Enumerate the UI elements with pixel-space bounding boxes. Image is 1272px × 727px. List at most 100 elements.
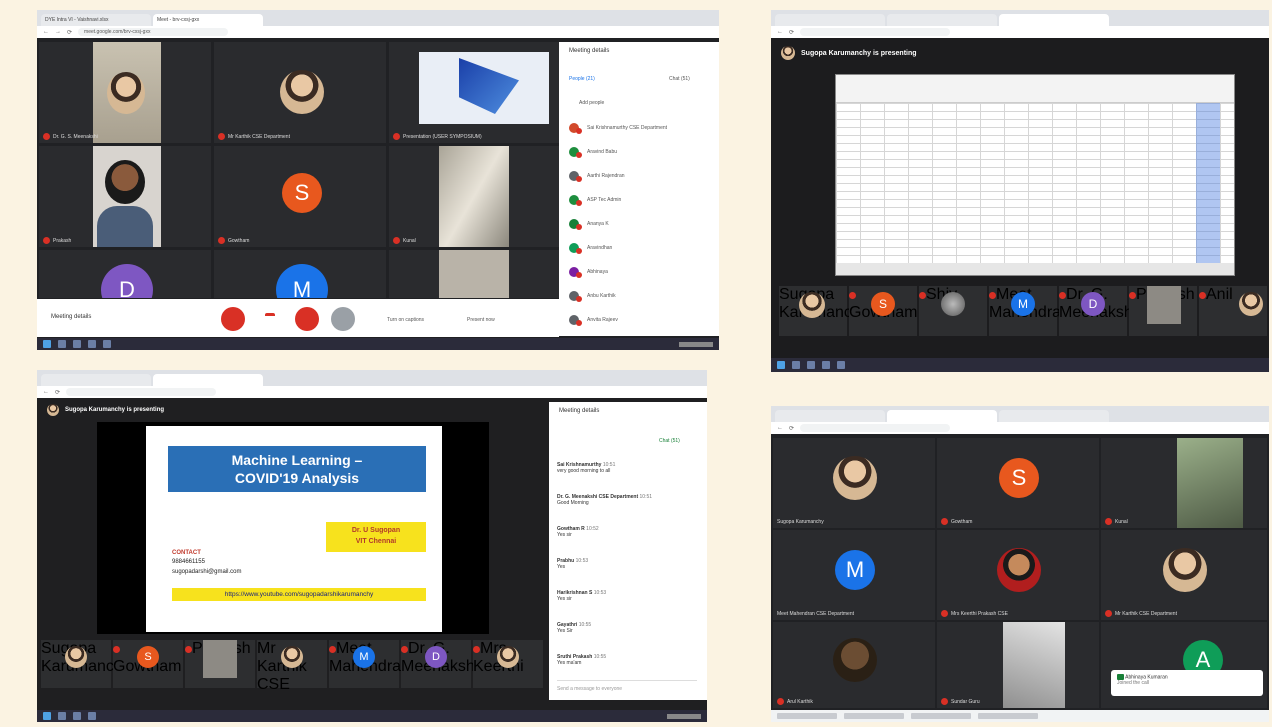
mic-off-icon — [113, 646, 120, 653]
participant-tile: Mr Karthik CSE Department — [214, 42, 386, 143]
taskbar-app-icon[interactable] — [822, 361, 830, 369]
taskbar-app-icon[interactable] — [58, 712, 66, 720]
camera-toggle-button[interactable] — [295, 307, 319, 331]
participant-row[interactable]: Ananya K — [569, 218, 609, 230]
back-icon[interactable]: ← — [43, 29, 49, 35]
browser-tab[interactable] — [775, 14, 885, 26]
browser-tab[interactable] — [887, 14, 997, 26]
add-people-button[interactable]: Add people — [579, 100, 604, 106]
taskbar-app-icon[interactable] — [73, 712, 81, 720]
address-bar: ← → ⟳ meet.google.com/brv-cxsj-gxx — [37, 26, 719, 38]
download-item[interactable] — [978, 713, 1038, 719]
taskbar-app-icon[interactable] — [73, 340, 81, 348]
captions-button[interactable]: Turn on captions — [387, 317, 424, 323]
windows-taskbar — [37, 338, 719, 350]
taskbar-app-icon[interactable] — [792, 361, 800, 369]
browser-tab[interactable] — [887, 410, 997, 422]
taskbar-app-icon[interactable] — [58, 340, 66, 348]
present-now-button[interactable]: Present now — [467, 317, 495, 323]
chat-text: Yes Sir — [557, 628, 573, 634]
chat-time: 10:53 — [593, 590, 607, 596]
browser-tab[interactable]: DYE Intra VI - Vaishnavi.xlsx — [41, 14, 151, 26]
participant-tile — [389, 250, 561, 298]
chat-text: Yes sir — [557, 532, 572, 538]
taskbar-app-icon[interactable] — [807, 361, 815, 369]
url-field[interactable] — [800, 424, 951, 432]
avatar — [281, 646, 303, 668]
participant-row[interactable]: ASP Tec Admin — [569, 194, 621, 206]
browser-tab[interactable]: Meet - brv-cxsj-gxx — [153, 14, 263, 26]
participant-row[interactable]: Anvita Rajeev — [569, 314, 618, 326]
participant-tile: Presentation (USER SYMPOSIUM) — [389, 42, 561, 143]
participant-row[interactable]: Sai Krishnamurthy CSE Department — [569, 122, 667, 134]
forward-icon[interactable]: → — [55, 29, 61, 35]
mic-off-icon — [218, 237, 225, 244]
browser-tab[interactable] — [999, 410, 1109, 422]
mic-off-icon — [393, 133, 400, 140]
join-notification[interactable]: Abhinaya Kumaran Joined the call — [1111, 670, 1263, 696]
mic-off-icon — [576, 128, 582, 134]
url-field[interactable] — [66, 388, 217, 396]
browser-tab[interactable] — [999, 14, 1109, 26]
slide-title: Machine Learning – COVID'19 Analysis — [168, 446, 426, 492]
participant-tile: Dr. G. S. Meenakshi — [39, 42, 211, 143]
avatar-letter: M — [276, 264, 328, 298]
chat-tab[interactable]: Chat (51) — [669, 76, 690, 82]
participant-row[interactable]: Aravindhan — [569, 242, 612, 254]
chat-tab[interactable]: Chat (51) — [659, 438, 680, 444]
participant-tile: Kunal — [389, 146, 561, 247]
mic-off-icon — [941, 518, 948, 525]
people-tab[interactable]: People (21) — [569, 76, 595, 82]
reload-icon[interactable]: ⟳ — [789, 29, 794, 36]
slide-link[interactable]: https://www.youtube.com/sugopadarshikaru… — [172, 588, 426, 601]
participant-tile: M Meet Mahendran CSE Department — [773, 530, 935, 620]
browser-tab[interactable] — [41, 374, 151, 386]
participant-row[interactable]: Aravind Babu — [569, 146, 617, 158]
taskbar-app-icon[interactable] — [88, 340, 96, 348]
download-item[interactable] — [777, 713, 837, 719]
download-item[interactable] — [911, 713, 971, 719]
chat-message: Harikrishnan S 10:53 Yes sir — [557, 590, 606, 602]
chat-message: Gowtham R 10:52 Yes sir — [557, 526, 599, 538]
address-bar: ← ⟳ — [771, 422, 1269, 434]
browser-tab[interactable] — [153, 374, 263, 386]
mic-off-icon — [43, 237, 50, 244]
reload-icon[interactable]: ⟳ — [67, 29, 72, 36]
download-item[interactable] — [844, 713, 904, 719]
chat-input[interactable]: Send a message to everyone — [557, 680, 697, 692]
url-field[interactable] — [800, 28, 951, 36]
taskbar-app-icon[interactable] — [88, 712, 96, 720]
back-icon[interactable]: ← — [777, 425, 783, 431]
meeting-details-button[interactable]: Meeting details — [51, 314, 91, 320]
reload-icon[interactable]: ⟳ — [55, 389, 60, 396]
chat-message: Sai Krishnamurthy 10:51 very good morning… — [557, 462, 615, 474]
back-icon[interactable]: ← — [777, 29, 783, 35]
taskbar-app-icon[interactable] — [837, 361, 845, 369]
reload-icon[interactable]: ⟳ — [789, 425, 794, 432]
participant-row[interactable]: Abhinaya — [569, 266, 608, 278]
participant-row[interactable]: Aarthi Rajendran — [569, 170, 625, 182]
screenshot-meet-spreadsheet: ← ⟳ Sugopa Karumanchy is presenting Sugo… — [771, 10, 1269, 372]
start-icon[interactable] — [777, 361, 785, 369]
mic-toggle-button[interactable] — [221, 307, 245, 331]
mic-off-icon — [576, 272, 582, 278]
start-icon[interactable] — [43, 340, 51, 348]
mic-off-icon — [941, 610, 948, 617]
url-field[interactable]: meet.google.com/brv-cxsj-gxx — [78, 28, 229, 36]
start-icon[interactable] — [43, 712, 51, 720]
participant-tile: S Gowtham — [937, 438, 1099, 528]
filmstrip-tile: Mrs Keerthi — [473, 640, 543, 688]
browser-tab[interactable] — [775, 410, 885, 422]
raise-hand-button[interactable] — [331, 307, 355, 331]
taskbar-app-icon[interactable] — [103, 340, 111, 348]
participant-row[interactable]: Anbu Karthik — [569, 290, 616, 302]
mic-off-icon — [393, 237, 400, 244]
slide-email: sugopadarshi@gmail.com — [172, 569, 242, 575]
chat-panel: Meeting details Chat (51) Sai Krishnamur… — [549, 402, 707, 700]
participant-name: Kunal — [1115, 518, 1128, 525]
avatar — [280, 70, 324, 114]
avatar-letter: D — [425, 646, 447, 668]
chat-time: 10:51 — [639, 494, 653, 500]
back-icon[interactable]: ← — [43, 389, 49, 395]
leave-call-icon[interactable] — [265, 313, 275, 323]
